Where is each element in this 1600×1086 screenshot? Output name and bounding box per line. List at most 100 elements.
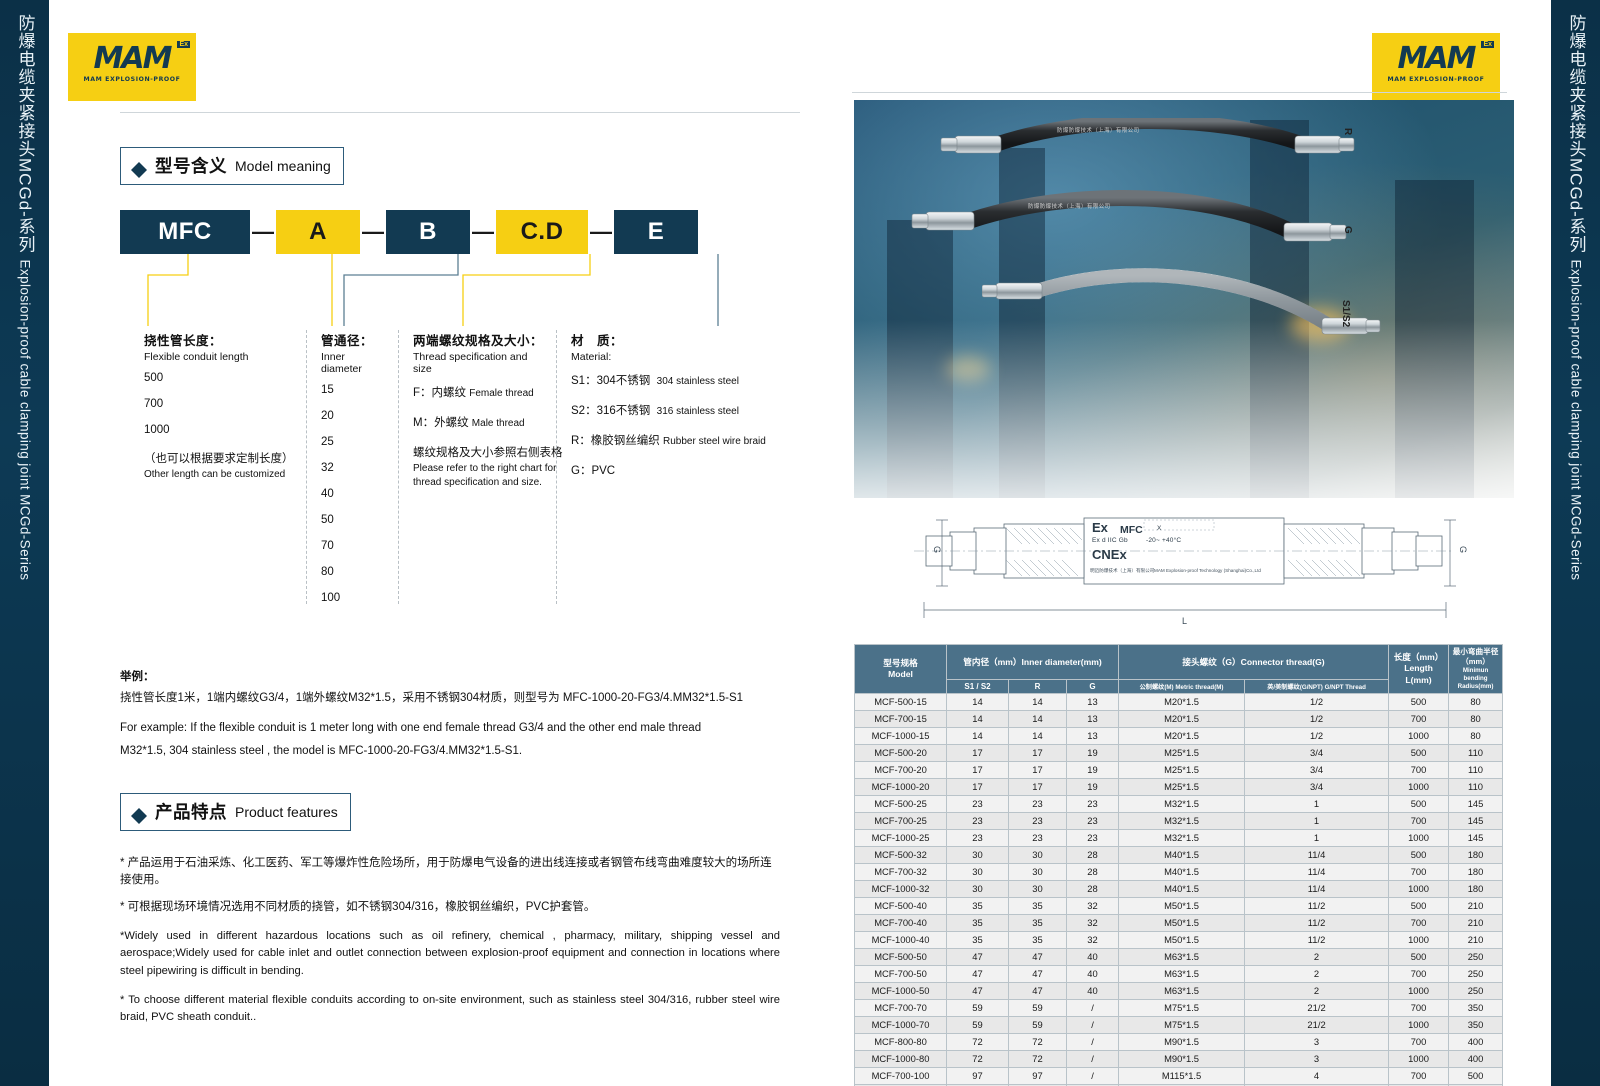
legend-title-cn-1: 挠性管长度： bbox=[144, 334, 223, 348]
cell-gnpt: 11/4 bbox=[1244, 845, 1390, 864]
hose-sample-g: 防爆防爆技术（上海）有限公司 bbox=[910, 190, 1350, 280]
th-length-cn: 长度（mm） bbox=[1393, 652, 1444, 663]
cell-metric: M63*1.5 bbox=[1118, 964, 1246, 983]
model-dash-2: — bbox=[362, 219, 384, 244]
cell-g: 19 bbox=[1065, 777, 1120, 796]
cell-s1s2: 47 bbox=[946, 981, 1009, 1000]
cell-bend: 110 bbox=[1448, 777, 1504, 796]
drawing-temp-range: -20~ +40°C bbox=[1146, 537, 1182, 544]
cell-length: 500 bbox=[1388, 794, 1450, 813]
cell-metric: M25*1.5 bbox=[1118, 760, 1246, 779]
cell-gnpt: 3/4 bbox=[1244, 760, 1390, 779]
legend-item-1000: 1000 bbox=[144, 424, 170, 436]
cell-bend: 180 bbox=[1448, 845, 1504, 864]
model-dash-3: — bbox=[472, 219, 494, 244]
example-text-cn: 挠性管长度1米，1端内螺纹G3/4，1端外螺纹M32*1.5，采用不锈钢304材… bbox=[120, 692, 744, 704]
side-banner-en: Explosion-proof cable clamping joint MCG… bbox=[17, 259, 33, 581]
side-banner-right-text: 防爆电缆夹紧接头MCGd-系列 Explosion-proof cable cl… bbox=[1551, 14, 1600, 580]
cell-r: 17 bbox=[1008, 760, 1067, 779]
cell-bend: 250 bbox=[1448, 981, 1504, 1000]
cell-metric: M63*1.5 bbox=[1118, 947, 1246, 966]
cell-s1s2: 35 bbox=[946, 913, 1009, 932]
cell-model: MCF-500-32 bbox=[854, 845, 947, 864]
th-length-en: Length L(mm) bbox=[1404, 663, 1433, 685]
cell-gnpt: 1/2 bbox=[1244, 709, 1390, 728]
cell-metric: M90*1.5 bbox=[1118, 1032, 1246, 1051]
cell-length: 1000 bbox=[1388, 726, 1450, 745]
cell-s1s2: 35 bbox=[946, 930, 1009, 949]
cell-metric: M40*1.5 bbox=[1118, 862, 1246, 881]
cell-s1s2: 23 bbox=[946, 811, 1009, 830]
table-row: MCF-1000-20 17 17 19 M25*1.5 3/4 1000 110 bbox=[854, 777, 1504, 796]
cell-r: 97 bbox=[1008, 1066, 1067, 1085]
th-sub-metric: 公制螺纹(M) Metric thread(M) bbox=[1118, 678, 1246, 694]
cell-bend: 210 bbox=[1448, 896, 1504, 915]
cell-r: 14 bbox=[1008, 709, 1067, 728]
spec-header-row-1: 型号规格 Model 管内径（mm）Inner diameter(mm) 接头螺… bbox=[854, 644, 1504, 694]
legend-thread-refer-cn: 螺纹规格及大小参照右侧表格 bbox=[413, 447, 563, 459]
header-divider-right bbox=[852, 92, 1507, 93]
cell-metric: M90*1.5 bbox=[1118, 1049, 1246, 1068]
legend-item-700: 700 bbox=[144, 398, 164, 410]
cell-gnpt: 11/4 bbox=[1244, 862, 1390, 881]
table-row: MCF-1000-80 72 72/M90*1.5 3 1000 400 bbox=[854, 1049, 1504, 1068]
side-banner-left: 防爆电缆夹紧接头MCGd-系列 Explosion-proof cable cl… bbox=[0, 0, 52, 1086]
cell-gnpt: 21/2 bbox=[1244, 998, 1390, 1017]
cell-g: 32 bbox=[1065, 930, 1120, 949]
th-model: 型号规格 Model bbox=[854, 644, 947, 694]
cell-bend: 145 bbox=[1448, 828, 1504, 847]
cell-bend: 350 bbox=[1448, 1015, 1504, 1034]
cell-bend: 350 bbox=[1448, 998, 1504, 1017]
legend-thread-female: F：内螺纹 Female thread bbox=[413, 384, 544, 400]
table-row: MCF-1000-25 23 23 23 M32*1.5 1 1000 145 bbox=[854, 828, 1504, 847]
cell-metric: M20*1.5 bbox=[1118, 726, 1246, 745]
cell-s1s2: 30 bbox=[946, 845, 1009, 864]
dimension-label-right-g: G bbox=[1458, 546, 1468, 554]
cell-length: 500 bbox=[1388, 896, 1450, 915]
cell-metric: M40*1.5 bbox=[1118, 879, 1246, 898]
table-row: MCF-700-100 97 97/M115*1.5 4 700 500 bbox=[854, 1066, 1504, 1085]
th-inner-diameter-cn: 管内径（mm） bbox=[963, 656, 1022, 667]
cell-g: 32 bbox=[1065, 913, 1120, 932]
th-bending: 最小弯曲半径（mm） Minimun bending Radius(mm) bbox=[1448, 644, 1504, 694]
cell-g: 32 bbox=[1065, 896, 1120, 915]
cell-gnpt: 3 bbox=[1244, 1032, 1390, 1051]
cell-metric: M50*1.5 bbox=[1118, 930, 1246, 949]
legend-thread-male-cn: M：外螺纹 bbox=[413, 417, 469, 429]
cell-s1s2: 47 bbox=[946, 947, 1009, 966]
cell-gnpt: 2 bbox=[1244, 964, 1390, 983]
legend-title-en-4: Material: bbox=[571, 351, 612, 363]
legend-title-en-3: Thread specification and size bbox=[413, 351, 528, 375]
legend-title-cn-2: 管通径： bbox=[321, 334, 374, 348]
cell-s1s2: 35 bbox=[946, 896, 1009, 915]
cell-s1s2: 17 bbox=[946, 777, 1009, 796]
hose-sample-s1s2 bbox=[982, 268, 1382, 368]
cell-gnpt: 1 bbox=[1244, 811, 1390, 830]
cell-bend: 250 bbox=[1448, 964, 1504, 983]
side-banner-right: 防爆电缆夹紧接头MCGd-系列 Explosion-proof cable cl… bbox=[1548, 0, 1600, 1086]
legend-item-d40: 40 bbox=[321, 488, 334, 500]
cell-model: MCF-500-40 bbox=[854, 896, 947, 915]
table-row: MCF-500-32 30 30 28 M40*1.5 11/4 500 180 bbox=[854, 845, 1504, 864]
cell-r: 35 bbox=[1008, 896, 1067, 915]
table-row: MCF-700-25 23 23 23 M32*1.5 1 700 145 bbox=[854, 811, 1504, 830]
cell-gnpt: 11/2 bbox=[1244, 930, 1390, 949]
table-row: MCF-500-25 23 23 23 M32*1.5 1 500 145 bbox=[854, 794, 1504, 813]
feature-cn-2: * 可根据现场环境情况选用不同材质的挠管，如不锈钢304/316，橡胶钢丝编织，… bbox=[120, 901, 596, 914]
th-model-cn: 型号规格 bbox=[883, 657, 918, 668]
cell-s1s2: 59 bbox=[946, 998, 1009, 1017]
drawing-company-cn: 明迈防爆技术（上海）有限公司 bbox=[1090, 568, 1155, 573]
table-row: MCF-500-20 17 17 19 M25*1.5 3/4 500 110 bbox=[854, 743, 1504, 762]
spec-table-wrap: 型号规格 Model 管内径（mm）Inner diameter(mm) 接头螺… bbox=[854, 644, 1504, 1086]
th-sub-s1s2: S1 / S2 bbox=[946, 678, 1009, 694]
cell-model: MCF-500-15 bbox=[854, 692, 947, 711]
cell-model: MCF-1000-32 bbox=[854, 879, 947, 898]
legend-thread-male: M：外螺纹 Male thread bbox=[413, 414, 544, 430]
cell-r: 23 bbox=[1008, 811, 1067, 830]
legend-material-r-cn: R：橡胶钢丝编织 bbox=[571, 435, 660, 447]
cell-g: / bbox=[1065, 1032, 1120, 1051]
header-divider-left bbox=[120, 112, 800, 113]
table-row: MCF-1000-50 47 47 40 M63*1.5 2 1000 250 bbox=[854, 981, 1504, 1000]
cell-r: 23 bbox=[1008, 828, 1067, 847]
cell-model: MCF-700-25 bbox=[854, 811, 947, 830]
